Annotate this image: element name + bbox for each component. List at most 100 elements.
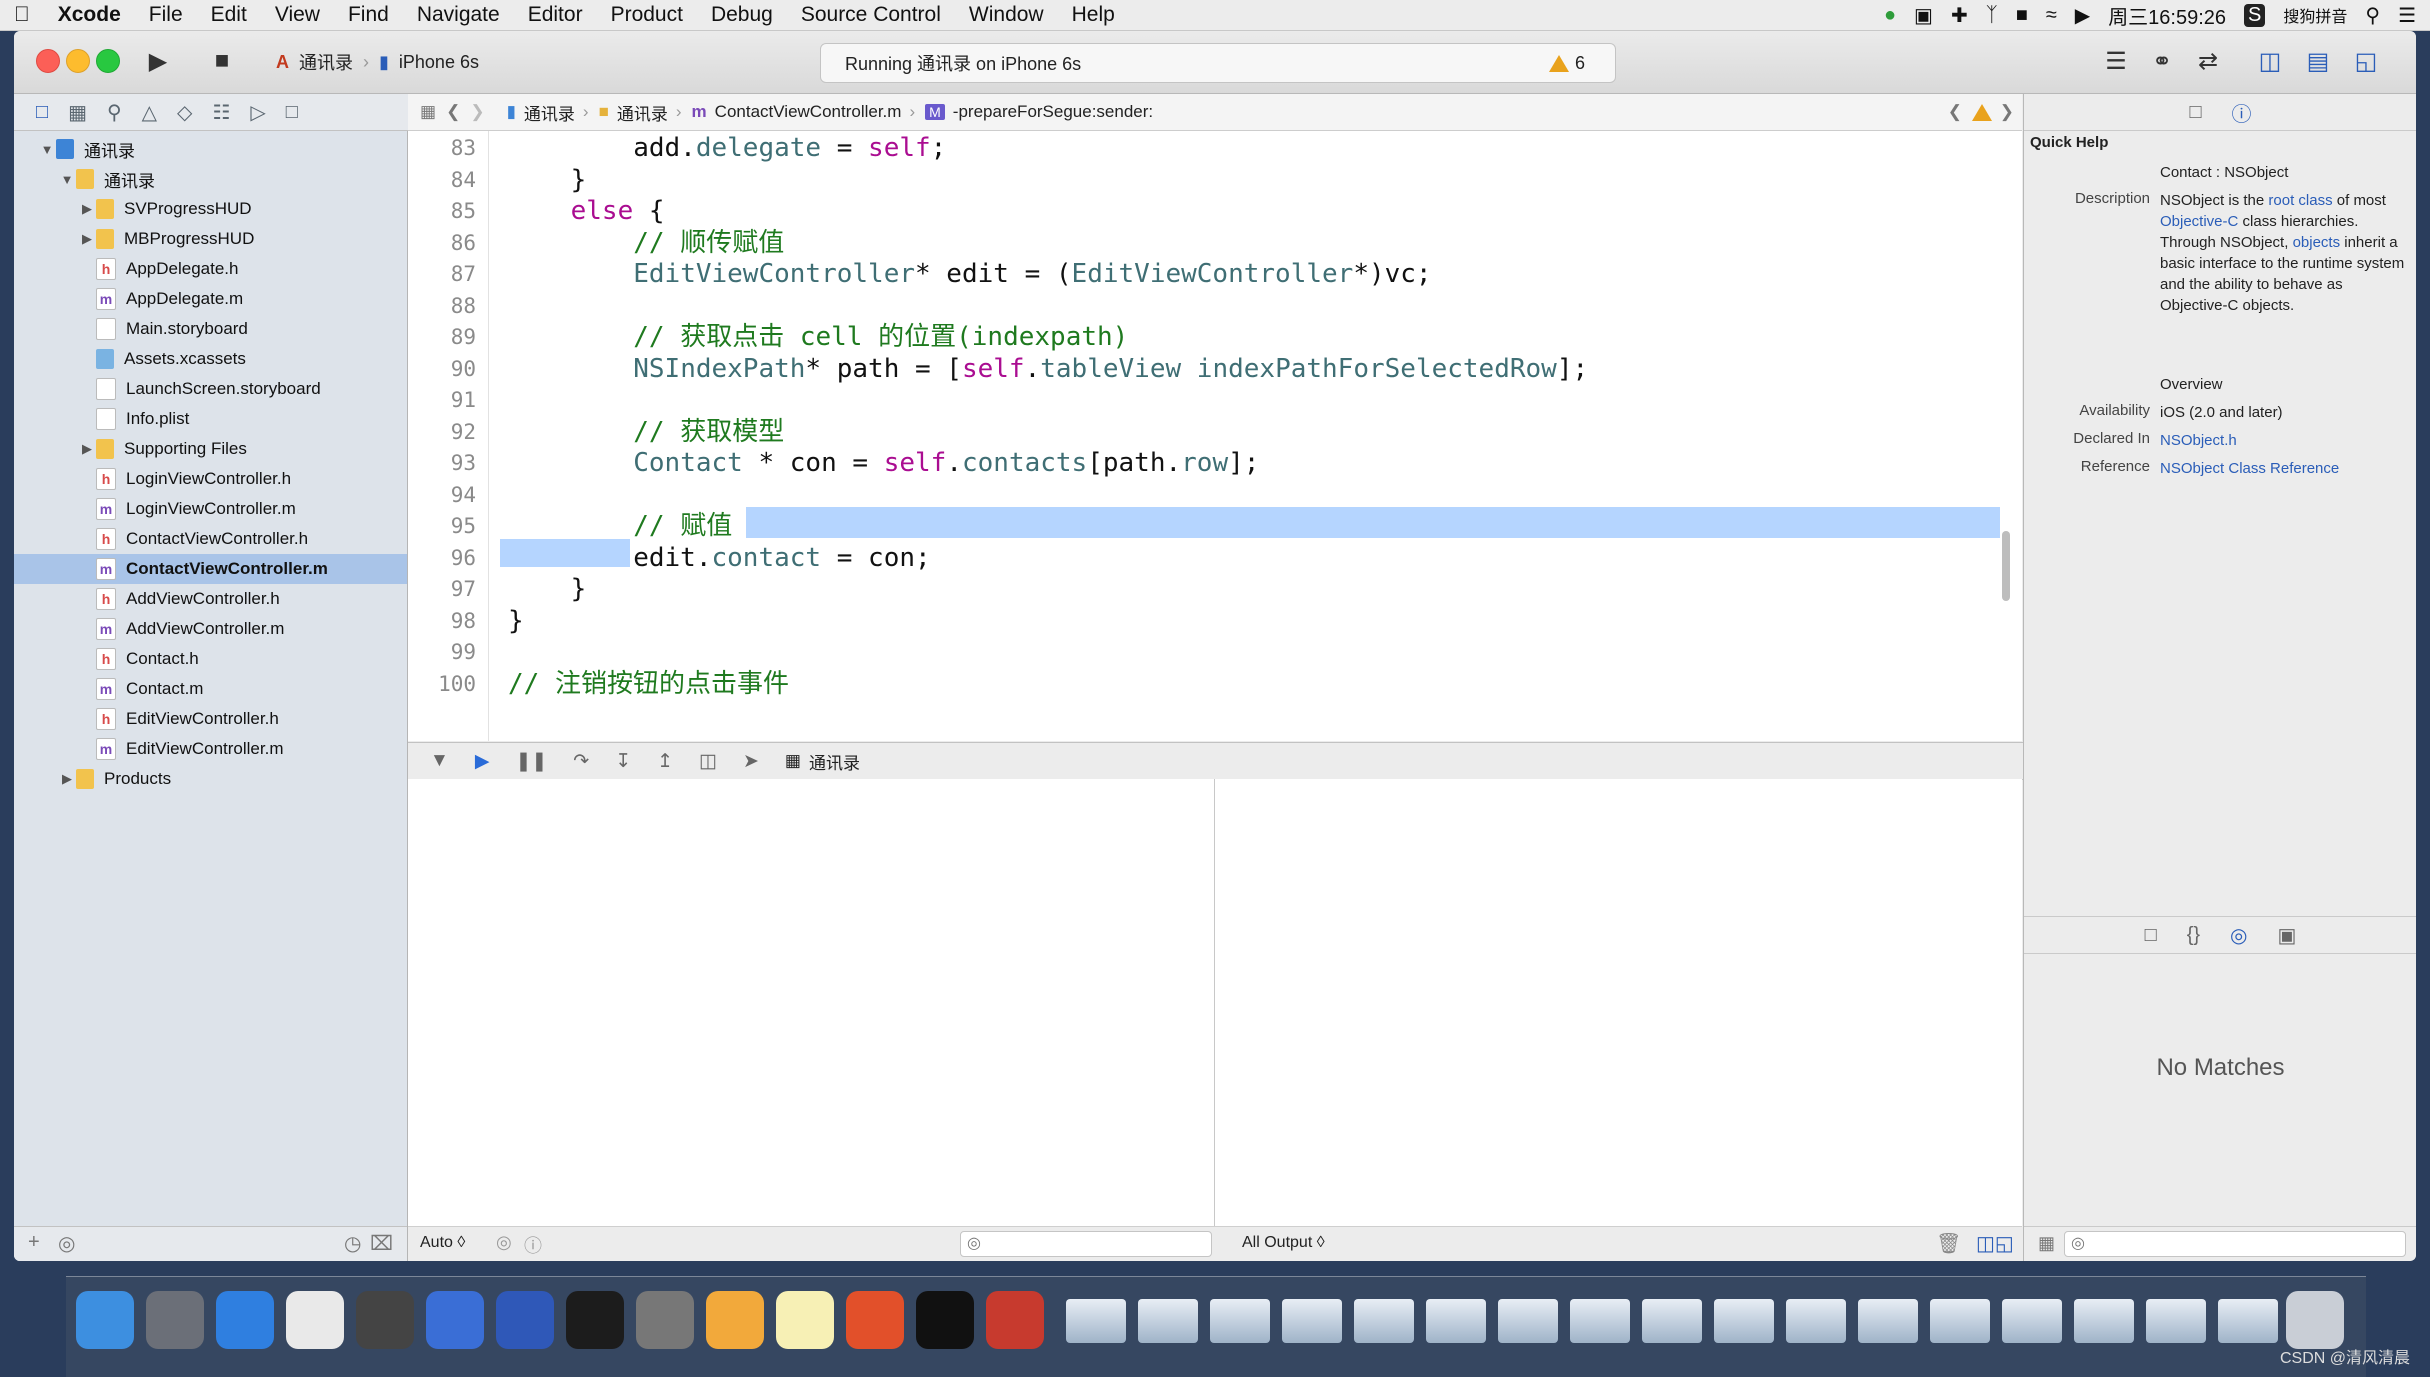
- report-bubble-icon[interactable]: □: [286, 101, 298, 124]
- code-line[interactable]: edit.contact = con;: [508, 543, 930, 575]
- powerpoint-icon[interactable]: [846, 1291, 904, 1349]
- navigator-item[interactable]: h ContactViewController.h: [14, 524, 407, 554]
- warning-indicator[interactable]: 6: [1548, 53, 1585, 74]
- object-library-icon[interactable]: ◎: [2230, 923, 2247, 948]
- variables-view[interactable]: [408, 779, 1215, 1256]
- toggle-utilities-button[interactable]: ◱: [2348, 41, 2384, 81]
- mouse-app-icon[interactable]: [286, 1291, 344, 1349]
- issue-warning-icon[interactable]: [1972, 103, 1992, 121]
- media-library-icon[interactable]: ▣: [2278, 923, 2297, 948]
- folder-icon[interactable]: □: [36, 101, 48, 124]
- filter-icon[interactable]: ◎: [58, 1231, 75, 1256]
- quicktime-icon[interactable]: [986, 1291, 1044, 1349]
- reference-link[interactable]: NSObject Class Reference: [2160, 458, 2405, 479]
- navigator-item[interactable]: h AddViewController.h: [14, 584, 407, 614]
- navigator-item[interactable]: LaunchScreen.storyboard: [14, 374, 407, 404]
- code-line[interactable]: // 赋值: [508, 511, 732, 543]
- minimize-window-button[interactable]: [66, 49, 90, 73]
- menu-app-name[interactable]: Xcode: [44, 3, 135, 27]
- plus-icon[interactable]: ✚: [1951, 3, 1968, 28]
- photo-booth-icon[interactable]: [356, 1291, 414, 1349]
- objects-link[interactable]: objects: [2293, 234, 2341, 251]
- version-editor-button[interactable]: ⇄: [2190, 41, 2226, 81]
- breadcrumb-file[interactable]: m ContactViewController.m ›: [692, 102, 916, 122]
- code-line[interactable]: }: [508, 165, 587, 197]
- root-class-link[interactable]: root class: [2268, 192, 2332, 209]
- close-window-button[interactable]: [36, 49, 60, 73]
- xcode-icon[interactable]: [426, 1291, 484, 1349]
- back-arrow-icon[interactable]: ❮: [446, 102, 460, 122]
- code-line[interactable]: add.delegate = self;: [508, 133, 946, 165]
- navigator-item[interactable]: m AppDelegate.m: [14, 284, 407, 314]
- clock-text[interactable]: 周三16:59:26: [2108, 1, 2226, 30]
- navigator-item[interactable]: h LoginViewController.h: [14, 464, 407, 494]
- notes-icon[interactable]: [776, 1291, 834, 1349]
- code-line[interactable]: EditViewController* edit = (EditViewCont…: [508, 259, 1431, 291]
- breakpoints-toggle-icon[interactable]: ▶: [475, 750, 490, 773]
- minimized-window-thumbnail[interactable]: [1714, 1299, 1774, 1343]
- minimized-window-thumbnail[interactable]: [1498, 1299, 1558, 1343]
- test-diamond-icon[interactable]: ◇: [177, 100, 192, 125]
- minimized-window-thumbnail[interactable]: [1930, 1299, 1990, 1343]
- quick-help-icon[interactable]: ⓘ: [2232, 98, 2252, 127]
- code-line[interactable]: // 顺传赋值: [508, 228, 784, 260]
- menu-debug[interactable]: Debug: [697, 3, 787, 27]
- finder-icon[interactable]: [76, 1291, 134, 1349]
- bluetooth-icon[interactable]: ᛉ: [1986, 4, 1998, 27]
- search-icon[interactable]: ⚲: [107, 100, 122, 125]
- quicklook-icon[interactable]: ◎: [496, 1232, 512, 1253]
- file-template-icon[interactable]: □: [2145, 924, 2157, 947]
- system-preferences-icon[interactable]: [636, 1291, 694, 1349]
- disclosure-closed-icon[interactable]: ▶: [78, 441, 96, 457]
- assistant-editor-button[interactable]: ⚭: [2144, 41, 2180, 81]
- library-filter-field[interactable]: ◎: [2064, 1231, 2406, 1257]
- variables-scope-select[interactable]: Auto ◊: [420, 1234, 465, 1252]
- step-out-icon[interactable]: ↥: [657, 750, 673, 773]
- console-icon[interactable]: [916, 1291, 974, 1349]
- navigator-item[interactable]: h AppDelegate.h: [14, 254, 407, 284]
- navigator-item[interactable]: Info.plist: [14, 404, 407, 434]
- scm-filter-icon[interactable]: ⌧: [370, 1231, 393, 1256]
- navigator-item[interactable]: ▼ 通讯录: [14, 134, 407, 164]
- disclosure-open-icon[interactable]: ▼: [58, 172, 76, 187]
- split-panes-icon[interactable]: ◫◱: [1976, 1231, 2014, 1256]
- stop-button[interactable]: ■: [200, 41, 244, 81]
- menu-navigate[interactable]: Navigate: [403, 3, 514, 27]
- status-green-icon[interactable]: ●: [1884, 4, 1896, 27]
- recent-files-icon[interactable]: ◷: [344, 1231, 361, 1256]
- navigator-item[interactable]: m ContactViewController.m: [14, 554, 407, 584]
- code-snippet-icon[interactable]: {}: [2187, 924, 2200, 947]
- previous-issue-icon[interactable]: ❮: [1948, 102, 1962, 122]
- pause-icon[interactable]: ❚❚: [515, 750, 547, 773]
- step-into-icon[interactable]: ↧: [615, 750, 631, 773]
- related-items-icon[interactable]: ▦: [420, 102, 436, 122]
- navigator-item[interactable]: ▶ Supporting Files: [14, 434, 407, 464]
- navigator-item[interactable]: ▶ MBProgressHUD: [14, 224, 407, 254]
- standard-editor-button[interactable]: ☰: [2098, 41, 2134, 81]
- disclosure-open-icon[interactable]: ▼: [38, 142, 56, 157]
- navigator-item[interactable]: m LoginViewController.m: [14, 494, 407, 524]
- apple-icon[interactable]: : [0, 3, 44, 27]
- code-line[interactable]: // 获取模型: [508, 417, 784, 449]
- sketch-icon[interactable]: [706, 1291, 764, 1349]
- breadcrumb-method[interactable]: M -prepareForSegue:sender:: [925, 102, 1153, 122]
- input-method-icon[interactable]: S: [2244, 3, 2266, 27]
- lock-icon[interactable]: ■: [2016, 4, 2028, 27]
- menu-product[interactable]: Product: [597, 3, 697, 27]
- menu-editor[interactable]: Editor: [514, 3, 597, 27]
- input-method-label[interactable]: 搜狗拼音: [2283, 3, 2347, 27]
- breadcrumb-project[interactable]: ▮ 通讯录 ›: [507, 100, 589, 125]
- code-line[interactable]: else {: [508, 196, 665, 228]
- notification-list-icon[interactable]: ☰: [2398, 3, 2416, 28]
- spotlight-icon[interactable]: ⚲: [2365, 3, 2380, 28]
- minimized-window-thumbnail[interactable]: [1138, 1299, 1198, 1343]
- simulator-icon[interactable]: [496, 1291, 554, 1349]
- info-icon[interactable]: ⓘ: [524, 1232, 542, 1258]
- disclosure-closed-icon[interactable]: ▶: [78, 201, 96, 217]
- toggle-navigator-button[interactable]: ◫: [2252, 41, 2288, 81]
- step-over-icon[interactable]: ↷: [573, 750, 589, 773]
- navigator-item[interactable]: m Contact.m: [14, 674, 407, 704]
- wifi-icon[interactable]: ≈: [2046, 4, 2057, 27]
- editor-scrollbar[interactable]: [2002, 531, 2010, 601]
- minimized-window-thumbnail[interactable]: [1210, 1299, 1270, 1343]
